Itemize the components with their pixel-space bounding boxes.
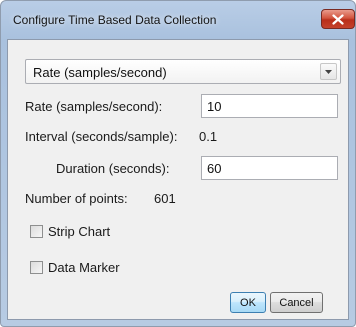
mode-dropdown[interactable]: Rate (samples/second) bbox=[25, 59, 341, 84]
duration-label: Duration (seconds): bbox=[56, 161, 170, 176]
points-value: 601 bbox=[154, 191, 176, 206]
chevron-down-icon bbox=[325, 69, 332, 74]
strip-chart-label[interactable]: Strip Chart bbox=[48, 224, 110, 239]
interval-label: Interval (seconds/sample): bbox=[25, 129, 178, 144]
dialog-window: Configure Time Based Data Collection Rat… bbox=[0, 0, 356, 327]
dropdown-arrow-button[interactable] bbox=[320, 63, 337, 80]
data-marker-label[interactable]: Data Marker bbox=[48, 260, 120, 275]
interval-value: 0.1 bbox=[199, 129, 218, 144]
rate-field[interactable] bbox=[201, 94, 338, 118]
title-bar[interactable]: Configure Time Based Data Collection bbox=[1, 1, 355, 41]
data-marker-checkbox[interactable] bbox=[30, 261, 43, 274]
strip-chart-option[interactable]: Strip Chart bbox=[30, 224, 110, 239]
data-marker-option[interactable]: Data Marker bbox=[30, 260, 120, 275]
ok-button[interactable]: OK bbox=[230, 292, 266, 313]
duration-field[interactable] bbox=[201, 156, 338, 180]
dialog-title: Configure Time Based Data Collection bbox=[13, 13, 217, 27]
strip-chart-checkbox[interactable] bbox=[30, 225, 43, 238]
close-button[interactable] bbox=[321, 9, 355, 29]
close-icon bbox=[332, 13, 344, 25]
mode-dropdown-value: Rate (samples/second) bbox=[33, 65, 167, 80]
rate-label: Rate (samples/second): bbox=[25, 99, 163, 114]
points-label: Number of points: bbox=[25, 191, 128, 206]
dialog-body: Rate (samples/second) Rate (samples/seco… bbox=[7, 39, 349, 320]
cancel-button[interactable]: Cancel bbox=[270, 292, 323, 313]
